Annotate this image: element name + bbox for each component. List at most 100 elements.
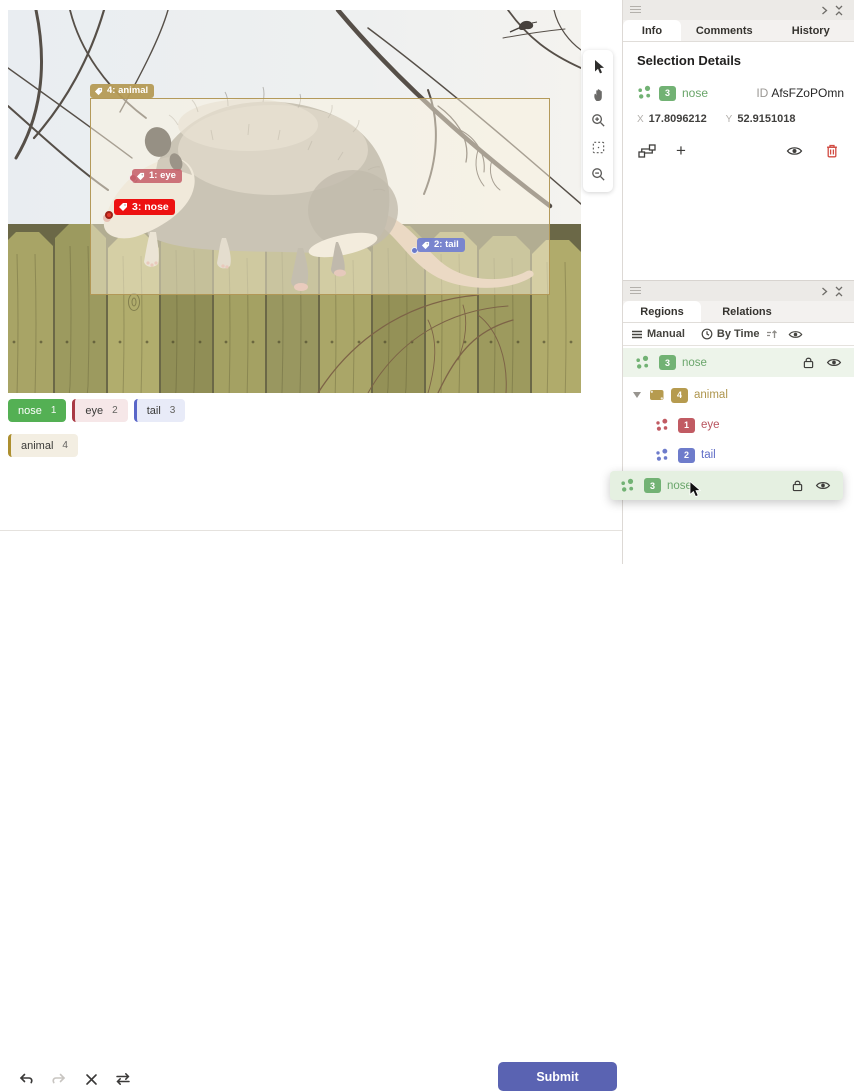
annotation-image[interactable]: 4: animal 1: eye 3: nose 2: tail: [8, 10, 581, 393]
order-by-time-button[interactable]: By Time: [701, 328, 760, 340]
zoom-in-button[interactable]: [585, 108, 611, 134]
tab-comments[interactable]: Comments: [681, 20, 768, 41]
tag-icon: [94, 87, 103, 96]
chevron-right-icon: [821, 287, 828, 296]
tool-palette: [583, 50, 613, 192]
zoom-out-button[interactable]: [585, 162, 611, 188]
label-button-nose[interactable]: nose1: [8, 399, 66, 422]
label-button-tail[interactable]: tail3: [134, 399, 186, 422]
region-row-tail[interactable]: 2 tail: [623, 440, 854, 470]
lock-region-button[interactable]: [792, 479, 803, 492]
undo-button[interactable]: [16, 1070, 36, 1088]
panel-collapse-button[interactable]: [831, 286, 847, 297]
reset-button[interactable]: [81, 1070, 101, 1088]
label-legend-row-1: nose1 eye2 tail3: [8, 399, 185, 422]
x-coordinate: 17.8096212: [649, 113, 716, 125]
collapse-icon: [834, 286, 844, 297]
region-row-animal[interactable]: 4 animal: [623, 380, 854, 410]
add-metadata-button[interactable]: +: [669, 140, 693, 162]
group-by-manual-button[interactable]: Manual: [631, 328, 685, 340]
selected-region-row: 3 nose IDAfsFZoPOmn: [637, 84, 844, 102]
sort-ascending-icon: [766, 329, 778, 340]
zoom-out-icon: [591, 167, 606, 182]
rectangle-region-icon: [649, 388, 665, 402]
keypoints-icon: [655, 448, 670, 463]
swap-arrows-icon: [115, 1072, 131, 1086]
label-studio-app: 4: animal 1: eye 3: nose 2: tail: [0, 0, 854, 564]
toggle-visibility-button[interactable]: [782, 140, 806, 162]
close-icon: [85, 1073, 98, 1086]
region-row-nose-selected[interactable]: 3 nose: [623, 348, 854, 377]
coordinates-row: X 17.8096212 Y 52.9151018: [637, 113, 804, 125]
regions-toolbar: Manual By Time: [623, 323, 854, 346]
y-coordinate: 52.9151018: [737, 113, 804, 125]
tab-history[interactable]: History: [768, 20, 854, 41]
expander-caret-icon[interactable]: [633, 392, 641, 398]
selection-details-title: Selection Details: [637, 53, 741, 68]
keypoints-icon: [655, 418, 670, 433]
bottom-action-bar: Submit: [0, 530, 622, 564]
keypoint-nose[interactable]: [105, 211, 113, 219]
region-number-badge: 3: [659, 86, 676, 101]
region-label-nose[interactable]: 3: nose: [114, 199, 175, 215]
swap-button[interactable]: [113, 1070, 133, 1088]
eye-icon: [786, 145, 803, 157]
tab-relations[interactable]: Relations: [701, 301, 793, 322]
side-panels: Info Comments History Selection Details …: [622, 0, 854, 564]
toggle-all-visibility-button[interactable]: [788, 329, 803, 340]
submit-button[interactable]: Submit: [498, 1062, 617, 1091]
keypoints-icon: [637, 85, 653, 101]
region-label-animal[interactable]: 4: animal: [90, 84, 154, 98]
info-panel-header[interactable]: [623, 0, 854, 20]
clock-icon: [701, 328, 713, 340]
tag-icon: [136, 172, 145, 181]
pan-tool-button[interactable]: [585, 81, 611, 107]
collapse-icon: [834, 5, 844, 16]
redo-icon: [51, 1072, 67, 1086]
info-panel-tabs: Info Comments History: [623, 20, 854, 42]
eye-icon: [815, 480, 831, 491]
tag-icon: [118, 202, 128, 212]
undo-icon: [18, 1072, 34, 1086]
region-row-eye[interactable]: 1 eye: [623, 410, 854, 440]
fit-to-screen-button[interactable]: [585, 135, 611, 161]
info-panel: Info Comments History Selection Details …: [623, 0, 854, 280]
keypoints-icon: [635, 355, 651, 371]
label-button-eye[interactable]: eye2: [72, 399, 127, 422]
chevron-right-icon: [821, 6, 828, 15]
region-label-eye[interactable]: 1: eye: [132, 169, 182, 183]
redo-button[interactable]: [49, 1070, 69, 1088]
fit-screen-icon: [591, 140, 606, 155]
sort-direction-button[interactable]: [766, 329, 778, 340]
trash-icon: [826, 144, 838, 158]
label-button-animal[interactable]: animal4: [8, 434, 78, 457]
regions-panel-header[interactable]: [623, 281, 854, 301]
region-row-nose-dragging[interactable]: 3 nose: [610, 471, 843, 500]
tab-info[interactable]: Info: [623, 20, 681, 41]
lock-icon: [792, 479, 803, 492]
panel-detach-button[interactable]: [818, 6, 831, 15]
lock-region-button[interactable]: [803, 356, 814, 369]
relation-icon: [638, 144, 656, 158]
panel-collapse-button[interactable]: [831, 5, 847, 16]
tab-regions[interactable]: Regions: [623, 301, 701, 322]
hide-region-button[interactable]: [815, 480, 831, 491]
eye-icon: [788, 329, 803, 340]
region-label-tail[interactable]: 2: tail: [417, 238, 465, 252]
create-relation-button[interactable]: [635, 140, 659, 162]
panel-detach-button[interactable]: [818, 287, 831, 296]
drag-grip-icon[interactable]: [630, 6, 641, 14]
lock-icon: [803, 356, 814, 369]
label-legend-row-2: animal4: [8, 434, 78, 457]
hand-icon: [591, 87, 606, 102]
main-area: 4: animal 1: eye 3: nose 2: tail: [0, 0, 622, 564]
eye-icon: [826, 357, 842, 368]
bounding-box-animal[interactable]: [90, 98, 550, 295]
select-tool-button[interactable]: [585, 54, 611, 80]
drag-grip-icon[interactable]: [630, 287, 641, 295]
regions-panel-tabs: Regions Relations: [623, 301, 854, 323]
region-actions-row: +: [635, 140, 844, 162]
hide-region-button[interactable]: [826, 357, 842, 368]
delete-region-button[interactable]: [820, 140, 844, 162]
tag-icon: [421, 241, 430, 250]
